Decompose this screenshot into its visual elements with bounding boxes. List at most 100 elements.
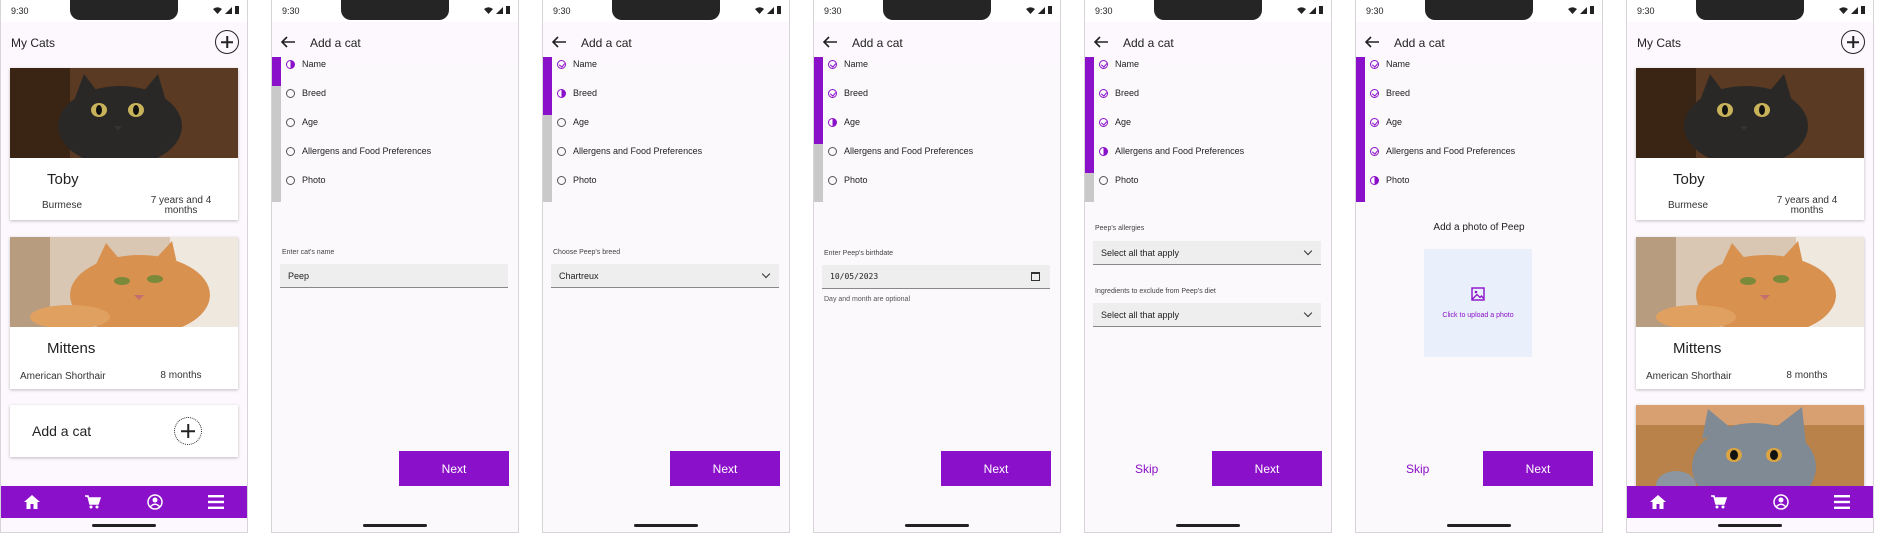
wifi-icon bbox=[213, 6, 222, 14]
check-circle-icon bbox=[828, 59, 837, 69]
status-bar: 9:30 bbox=[543, 0, 789, 22]
screen-add-cat-age: 9:30 Add a cat Name Breed Age Allergens … bbox=[813, 0, 1061, 533]
step-age[interactable]: Age bbox=[828, 115, 860, 129]
back-arrow-icon[interactable] bbox=[549, 32, 569, 52]
menu-icon[interactable] bbox=[1830, 490, 1854, 514]
add-cat-icon-button[interactable] bbox=[215, 30, 239, 54]
ingredients-field-label: Ingredients to exclude from Peep's diet bbox=[1095, 288, 1216, 295]
battery-icon bbox=[235, 6, 239, 14]
app-bar: Add a cat bbox=[272, 22, 518, 60]
cat-card-toby[interactable]: Toby Burmese 7 years and 4 months bbox=[1636, 68, 1864, 220]
ingredients-select[interactable]: Select all that apply bbox=[1093, 303, 1321, 327]
profile-icon[interactable] bbox=[143, 490, 167, 514]
profile-icon[interactable] bbox=[1769, 490, 1793, 514]
step-age[interactable]: Age bbox=[1370, 115, 1402, 129]
check-circle-icon bbox=[1370, 59, 1379, 69]
signal-icon bbox=[1851, 6, 1858, 14]
next-button[interactable]: Next bbox=[399, 451, 509, 486]
step-age[interactable]: Age bbox=[1099, 115, 1131, 129]
cat-card-peep[interactable] bbox=[1636, 405, 1864, 495]
next-button[interactable]: Next bbox=[670, 451, 780, 486]
step-name[interactable]: Name bbox=[828, 57, 868, 71]
step-name[interactable]: Name bbox=[1099, 57, 1139, 71]
step-breed[interactable]: Breed bbox=[557, 86, 597, 100]
home-icon[interactable] bbox=[1646, 490, 1670, 514]
app-bar: Add a cat bbox=[814, 22, 1060, 60]
birthdate-input[interactable]: 10/05/2023 bbox=[822, 265, 1050, 289]
calendar-icon[interactable] bbox=[1031, 272, 1040, 281]
status-time: 9:30 bbox=[11, 6, 29, 16]
progress-rail bbox=[1085, 57, 1094, 202]
cat-age: 8 months bbox=[160, 370, 202, 381]
cat-age: 7 years and 4 months bbox=[150, 195, 212, 216]
signal-icon bbox=[1309, 6, 1316, 14]
skip-button[interactable]: Skip bbox=[1406, 462, 1429, 476]
cart-icon[interactable] bbox=[81, 490, 105, 514]
back-arrow-icon[interactable] bbox=[278, 32, 298, 52]
back-arrow-icon[interactable] bbox=[1091, 32, 1111, 52]
notch bbox=[883, 0, 991, 20]
cat-name-input[interactable]: Peep bbox=[280, 264, 508, 288]
wifi-icon bbox=[1568, 6, 1577, 14]
cat-card-mittens[interactable]: Mittens American Shorthair 8 months bbox=[1636, 237, 1864, 389]
image-icon bbox=[1471, 287, 1485, 301]
page-title: My Cats bbox=[11, 36, 56, 50]
cat-photo-peep bbox=[1636, 405, 1864, 495]
step-allergens[interactable]: Allergens and Food Preferences bbox=[557, 144, 702, 158]
notch bbox=[70, 0, 178, 20]
status-time: 9:30 bbox=[282, 6, 300, 16]
step-allergens[interactable]: Allergens and Food Preferences bbox=[1099, 144, 1244, 158]
back-arrow-icon[interactable] bbox=[820, 32, 840, 52]
add-cat-icon-button[interactable] bbox=[1841, 30, 1865, 54]
step-breed[interactable]: Breed bbox=[828, 86, 868, 100]
cat-card-mittens[interactable]: Mittens American Shorthair 8 months bbox=[10, 237, 238, 389]
allergies-select[interactable]: Select all that apply bbox=[1093, 241, 1321, 265]
step-allergens[interactable]: Allergens and Food Preferences bbox=[1370, 144, 1515, 158]
back-arrow-icon[interactable] bbox=[1362, 32, 1382, 52]
step-photo[interactable]: Photo bbox=[1370, 173, 1410, 187]
cat-name: Toby bbox=[1673, 171, 1705, 188]
app-bar: My Cats bbox=[1627, 22, 1873, 60]
cat-photo-mittens bbox=[1636, 237, 1864, 327]
signal-icon bbox=[1580, 6, 1587, 14]
allergies-field-label: Peep's allergies bbox=[1095, 225, 1145, 232]
step-allergens[interactable]: Allergens and Food Preferences bbox=[286, 144, 431, 158]
breed-select[interactable]: Chartreux bbox=[551, 264, 779, 288]
cat-card-toby[interactable]: Toby Burmese 7 years and 4 months bbox=[10, 68, 238, 220]
status-icons bbox=[755, 6, 781, 14]
step-photo[interactable]: Photo bbox=[828, 173, 868, 187]
next-button[interactable]: Next bbox=[1212, 451, 1322, 486]
step-breed[interactable]: Breed bbox=[1099, 86, 1139, 100]
skip-button[interactable]: Skip bbox=[1135, 462, 1158, 476]
home-indicator bbox=[363, 524, 427, 527]
chevron-down-icon bbox=[1303, 246, 1313, 256]
current-step-icon bbox=[1370, 175, 1379, 185]
wifi-icon bbox=[755, 6, 764, 14]
app-bar: My Cats bbox=[1, 22, 247, 60]
cat-name: Toby bbox=[47, 171, 79, 188]
step-photo[interactable]: Photo bbox=[286, 173, 326, 187]
pending-step-icon bbox=[1099, 175, 1108, 185]
step-age[interactable]: Age bbox=[557, 115, 589, 129]
plus-circle-icon[interactable] bbox=[174, 417, 202, 445]
step-breed[interactable]: Breed bbox=[1370, 86, 1410, 100]
home-icon[interactable] bbox=[20, 490, 44, 514]
next-button[interactable]: Next bbox=[941, 451, 1051, 486]
step-photo[interactable]: Photo bbox=[1099, 173, 1139, 187]
step-name[interactable]: Name bbox=[557, 57, 597, 71]
battery-icon bbox=[1590, 6, 1594, 14]
step-breed[interactable]: Breed bbox=[286, 86, 326, 100]
status-time: 9:30 bbox=[824, 6, 842, 16]
add-cat-card[interactable]: Add a cat bbox=[10, 405, 238, 457]
step-allergens[interactable]: Allergens and Food Preferences bbox=[828, 144, 973, 158]
step-age[interactable]: Age bbox=[286, 115, 318, 129]
step-name[interactable]: Name bbox=[286, 57, 326, 71]
photo-upload-area[interactable]: Click to upload a photo bbox=[1424, 249, 1532, 357]
step-name[interactable]: Name bbox=[1370, 57, 1410, 71]
cat-name: Mittens bbox=[47, 340, 96, 357]
pending-step-icon bbox=[286, 117, 295, 127]
next-button[interactable]: Next bbox=[1483, 451, 1593, 486]
step-photo[interactable]: Photo bbox=[557, 173, 597, 187]
menu-icon[interactable] bbox=[204, 490, 228, 514]
cart-icon[interactable] bbox=[1707, 490, 1731, 514]
